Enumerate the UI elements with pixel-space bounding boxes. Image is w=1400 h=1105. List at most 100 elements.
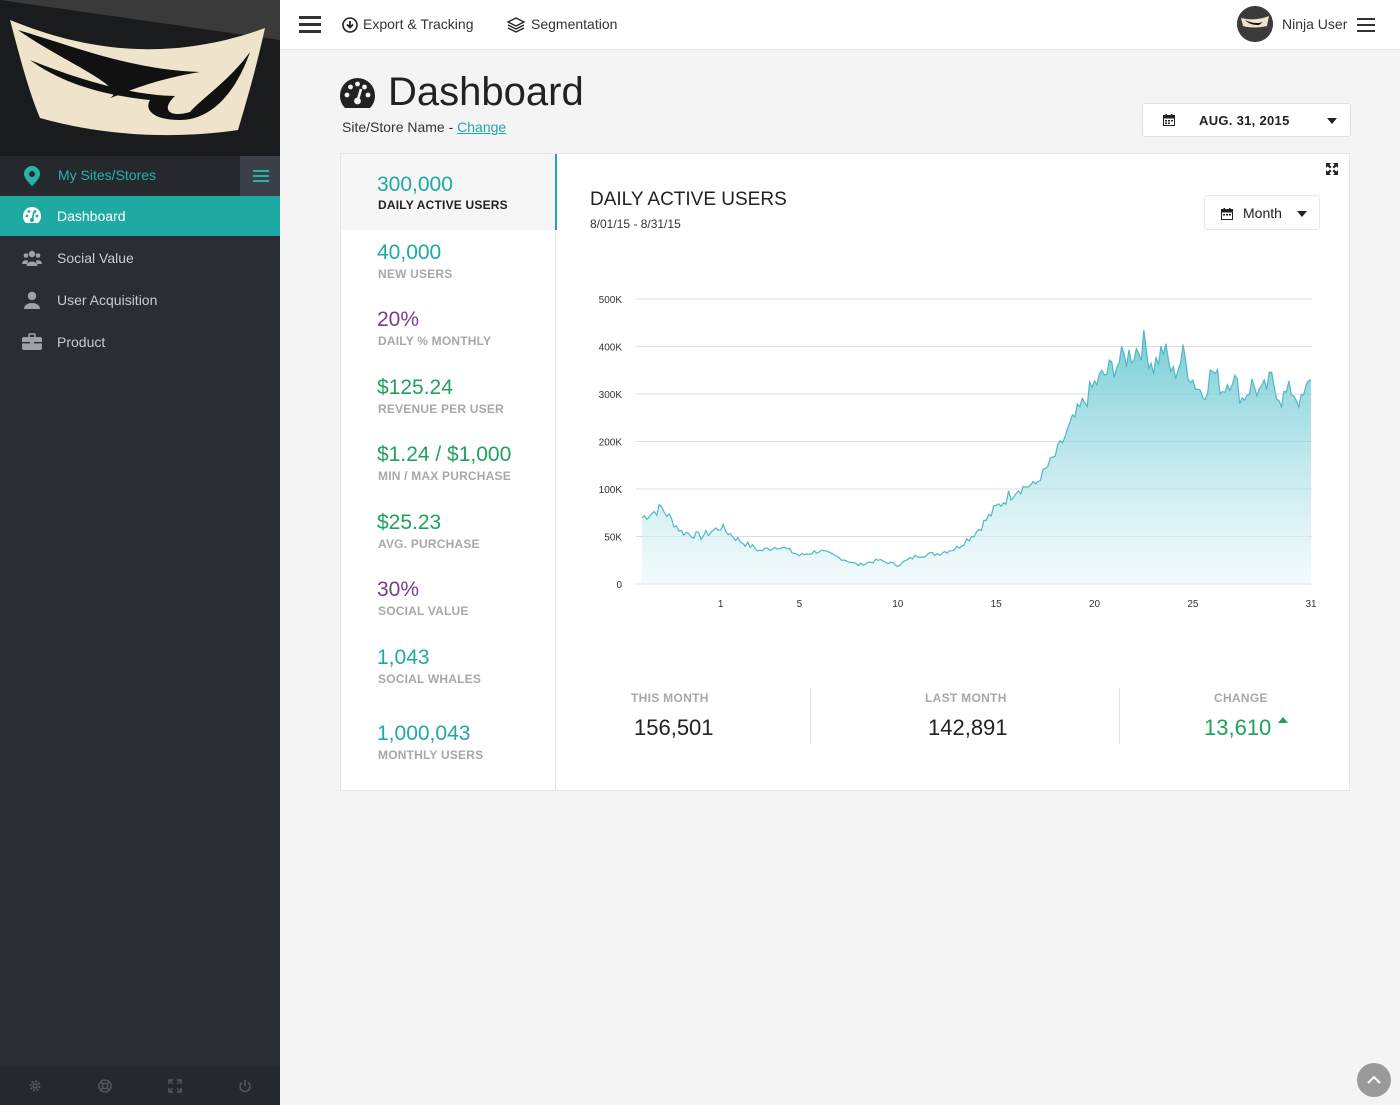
y-tick-label: 500K <box>599 295 623 306</box>
metric-label: DAILY ACTIVE USERS <box>378 198 508 212</box>
page-title: Dashboard <box>388 70 584 114</box>
top-bar: Export & Tracking Segmentation Ninja Use… <box>280 0 1400 50</box>
metric-value: 40,000 <box>377 241 442 264</box>
sidebar-item-user-acquisition[interactable]: User Acquisition <box>0 280 280 320</box>
metric-new-users[interactable]: 40,000 NEW USERS <box>341 241 556 291</box>
user-menu-icon[interactable] <box>1357 18 1375 32</box>
chart-panel: DAILY ACTIVE USERS 8/01/15 - 8/31/15 Mon… <box>556 154 1349 790</box>
stat-label: LAST MONTH <box>925 691 1007 705</box>
x-tick-label: 10 <box>892 599 904 610</box>
metric-avg-purchase[interactable]: $25.23 AVG. PURCHASE <box>341 511 556 561</box>
metric-value: 1,043 <box>377 646 430 669</box>
date-picker[interactable]: AUG. 31, 2015 <box>1142 103 1351 137</box>
y-tick-label: 300K <box>599 390 623 401</box>
ninja-avatar-icon <box>1237 6 1273 42</box>
calendar-icon <box>1221 208 1233 220</box>
x-tick-label: 20 <box>1089 599 1101 610</box>
sidebar-item-product[interactable]: Product <box>0 322 280 362</box>
metric-value: 1,000,043 <box>377 722 471 745</box>
metric-label: MONTHLY USERS <box>378 748 484 762</box>
period-value: Month <box>1243 205 1282 221</box>
sidebar-item-dashboard[interactable]: Dashboard <box>0 196 280 236</box>
user-name[interactable]: Ninja User <box>1282 16 1347 32</box>
chevron-up-icon <box>1367 1075 1381 1084</box>
x-tick-label: 15 <box>991 599 1003 610</box>
y-tick-label: 100K <box>599 485 623 496</box>
metric-min-max-purchase[interactable]: $1.24 / $1,000 MIN / MAX PURCHASE <box>341 443 556 493</box>
y-tick-label: 200K <box>599 438 623 449</box>
sidebar-item-label: Product <box>57 334 106 350</box>
chart-area-fill <box>642 330 1311 584</box>
y-tick-label: 50K <box>604 533 622 544</box>
metric-revenue-per-user[interactable]: $125.24 REVENUE PER USER <box>341 376 556 426</box>
stat-label: CHANGE <box>1214 691 1268 705</box>
stat-value: 13,610 <box>1204 715 1272 740</box>
metric-value: 300,000 <box>377 173 453 196</box>
briefcase-icon <box>22 333 42 350</box>
metric-daily-monthly[interactable]: 20% DAILY % MONTHLY <box>341 308 556 358</box>
metric-value: $25.23 <box>377 511 442 534</box>
metric-label: REVENUE PER USER <box>378 402 504 416</box>
metric-label: SOCIAL WHALES <box>378 672 482 686</box>
chevron-down-icon <box>1297 211 1307 217</box>
metric-daily-active-users[interactable]: 300,000 DAILY ACTIVE USERS <box>341 154 557 230</box>
selected-date: AUG. 31, 2015 <box>1199 113 1290 128</box>
metric-value: 20% <box>377 308 420 331</box>
site-name: Site/Store Name - Change <box>342 119 506 135</box>
metric-social-whales[interactable]: 1,043 SOCIAL WHALES <box>341 646 556 696</box>
download-circle-icon <box>342 17 358 33</box>
chart-title: DAILY ACTIVE USERS <box>590 189 787 210</box>
hamburger-menu-icon[interactable] <box>299 16 321 34</box>
sidebar-item-label: User Acquisition <box>57 292 158 308</box>
stat-divider <box>1119 688 1120 744</box>
metric-label: DAILY % MONTHLY <box>378 334 492 348</box>
export-tracking-label: Export & Tracking <box>363 16 474 32</box>
x-tick-label: 31 <box>1305 599 1317 610</box>
sidebar-item-social-value[interactable]: Social Value <box>0 238 280 278</box>
y-tick-label: 0 <box>616 580 622 591</box>
sites-selector[interactable]: My Sites/Stores <box>0 156 280 196</box>
sidebar-footer <box>0 1067 280 1105</box>
metric-value: $125.24 <box>377 376 453 399</box>
metric-label: SOCIAL VALUE <box>378 604 469 618</box>
metric-label: NEW USERS <box>378 267 453 281</box>
sites-label: My Sites/Stores <box>58 167 157 183</box>
avatar[interactable] <box>1237 6 1273 42</box>
y-tick-label: 400K <box>599 343 623 354</box>
dashboard-icon <box>22 207 42 223</box>
dashboard-icon <box>340 78 375 108</box>
site-name-label: Site/Store Name - <box>342 119 458 135</box>
user-icon <box>24 291 40 309</box>
sidebar-item-label: Dashboard <box>57 208 126 224</box>
chevron-down-icon <box>1327 118 1337 124</box>
ninja-mask-logo <box>0 0 280 136</box>
power-icon[interactable] <box>238 1079 252 1093</box>
expand-icon[interactable] <box>1326 163 1338 175</box>
users-icon <box>22 250 42 266</box>
layers-icon <box>507 17 525 33</box>
metric-social-value[interactable]: 30% SOCIAL VALUE <box>341 578 556 628</box>
daily-active-users-chart: 050K100K200K300K400K500K1 5 10 15 20 25 31 <box>599 295 1317 610</box>
metrics-list: 300,000 DAILY ACTIVE USERS 40,000 NEW US… <box>341 154 557 790</box>
brand-logo[interactable] <box>0 0 280 156</box>
x-tick-label: 5 <box>797 599 803 610</box>
x-tick-label: 25 <box>1187 599 1199 610</box>
scroll-to-top-button[interactable] <box>1357 1063 1391 1097</box>
calendar-icon <box>1163 114 1175 126</box>
fullscreen-icon[interactable] <box>168 1079 182 1093</box>
period-select[interactable]: Month <box>1204 195 1320 230</box>
dashboard-card: 300,000 DAILY ACTIVE USERS 40,000 NEW US… <box>340 153 1350 791</box>
x-tick-label: 1 <box>718 599 724 610</box>
metric-monthly-users[interactable]: 1,000,043 MONTHLY USERS <box>341 722 556 772</box>
settings-icon[interactable] <box>28 1079 42 1093</box>
segmentation-label: Segmentation <box>531 16 618 32</box>
metric-value: 30% <box>377 578 420 601</box>
map-pin-icon <box>24 166 40 186</box>
lifebuoy-icon[interactable] <box>98 1079 112 1093</box>
stat-label: THIS MONTH <box>631 691 709 705</box>
sidebar-menu-toggle[interactable] <box>240 156 280 196</box>
change-site-link[interactable]: Change <box>457 119 506 135</box>
sidebar: My Sites/Stores Dashboard Social Value U… <box>0 0 280 1105</box>
stat-value: 142,891 <box>928 715 1008 740</box>
metric-value: $1.24 / $1,000 <box>377 443 512 466</box>
